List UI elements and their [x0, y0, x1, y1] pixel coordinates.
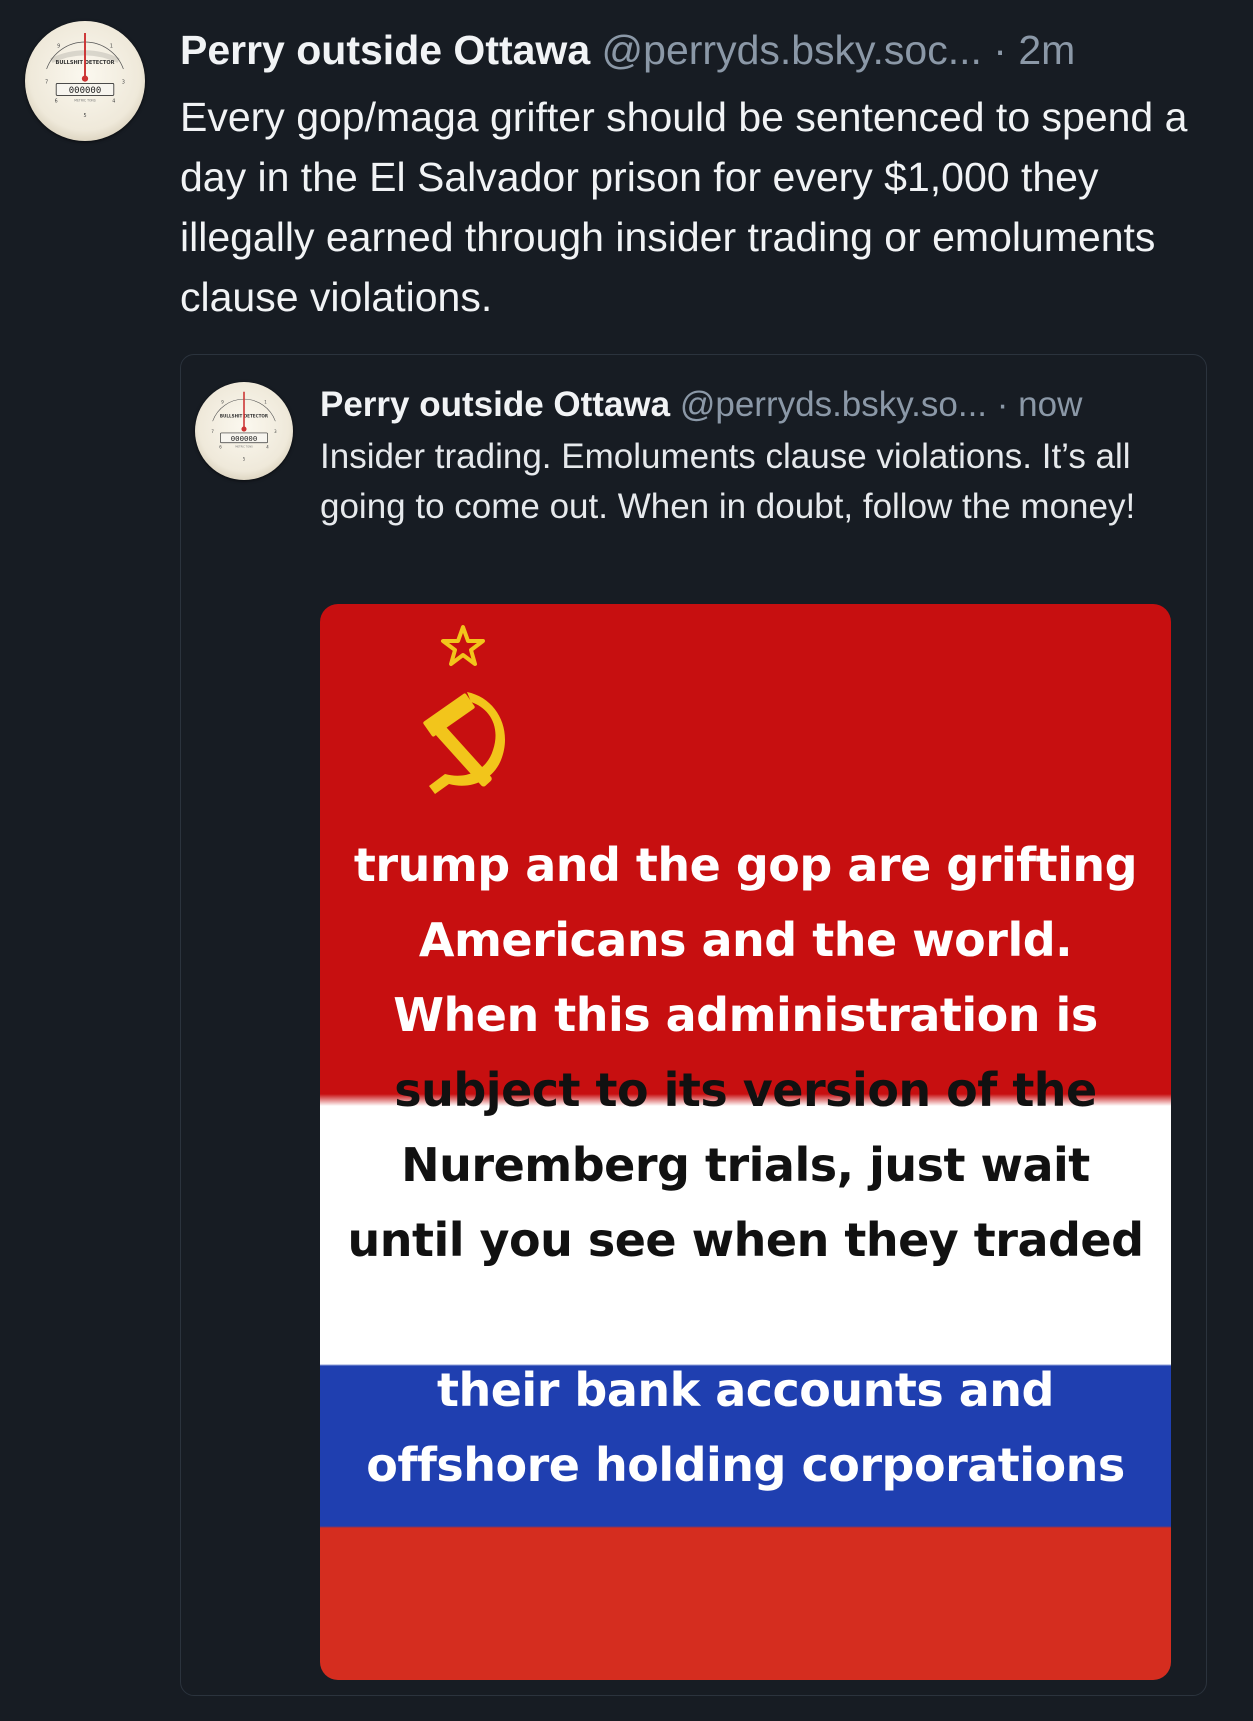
svg-text:1: 1	[264, 400, 267, 405]
svg-text:5: 5	[83, 113, 86, 119]
quoted-post-timestamp[interactable]: now	[1018, 385, 1082, 424]
svg-text:METRIC TONS: METRIC TONS	[235, 445, 253, 449]
meta-separator: ·	[993, 27, 1007, 73]
svg-text:4: 4	[112, 99, 115, 105]
meme-text-line: Nuremberg trials, just wait	[401, 1138, 1090, 1192]
author-handle[interactable]: @perryds.bsky.soc...	[602, 27, 982, 73]
svg-text:6: 6	[55, 99, 58, 105]
svg-text:6: 6	[219, 445, 222, 450]
post-text: Every gop/maga grifter should be sentenc…	[180, 94, 1188, 320]
svg-text:000000: 000000	[69, 86, 102, 96]
hammer-and-sickle-star-icon	[423, 625, 506, 794]
author-avatar[interactable]: 91 37 64 5 BULLSHIT DETECTOR 000000 METR…	[25, 21, 145, 141]
quoted-post-header: Perry outside Ottawa @perryds.bsky.so...…	[320, 380, 1180, 430]
meme-text-line: Americans and the world.	[418, 913, 1073, 967]
quoted-author-handle[interactable]: @perryds.bsky.so...	[680, 385, 987, 424]
svg-text:5: 5	[243, 456, 246, 461]
svg-text:1: 1	[110, 43, 113, 49]
quoted-author-name[interactable]: Perry outside Ottawa	[320, 385, 670, 424]
svg-text:7: 7	[211, 429, 214, 434]
quoted-post-text: Insider trading. Emoluments clause viola…	[320, 437, 1136, 526]
svg-text:4: 4	[266, 445, 269, 450]
svg-text:7: 7	[45, 79, 48, 85]
meme-text-line: stocks, and the values in/out of	[344, 1288, 1147, 1342]
svg-text:9: 9	[57, 43, 60, 49]
bullshit-detector-gauge-icon: 91 37 64 5 BULLSHIT DETECTOR 000000 METR…	[45, 33, 125, 119]
svg-text:9: 9	[221, 400, 224, 405]
author-name[interactable]: Perry outside Ottawa	[180, 27, 590, 73]
svg-text:000000: 000000	[231, 434, 258, 443]
meme-text-line: their bank accounts and	[436, 1363, 1055, 1417]
bullshit-detector-gauge-icon: 91 37 64 5 BULLSHIT DETECTOR 000000 METR…	[211, 391, 277, 461]
quoted-post-image[interactable]: trump and the gop are grifting Americans…	[320, 604, 1171, 1680]
meme-text-line: subject to its version of the	[394, 1063, 1097, 1117]
post[interactable]: 91 37 64 5 BULLSHIT DETECTOR 000000 METR…	[0, 0, 1253, 1721]
meme-text-line: until you see when they traded	[347, 1213, 1144, 1267]
post-header: Perry outside Ottawa @perryds.bsky.soc..…	[180, 24, 1210, 76]
quoted-meta-separator: ·	[996, 385, 1009, 424]
meme-text-line: When this administration is	[393, 988, 1098, 1042]
post-timestamp[interactable]: 2m	[1018, 27, 1075, 73]
quoted-author-avatar[interactable]: 91 37 64 5 BULLSHIT DETECTOR 000000 METR…	[195, 382, 293, 480]
meme-text-line: trump and the gop are grifting	[353, 838, 1138, 892]
svg-text:3: 3	[274, 429, 277, 434]
meme-text-line: offshore holding corporations	[366, 1438, 1125, 1492]
svg-text:3: 3	[122, 79, 125, 85]
svg-text:METRIC TONS: METRIC TONS	[74, 98, 95, 102]
